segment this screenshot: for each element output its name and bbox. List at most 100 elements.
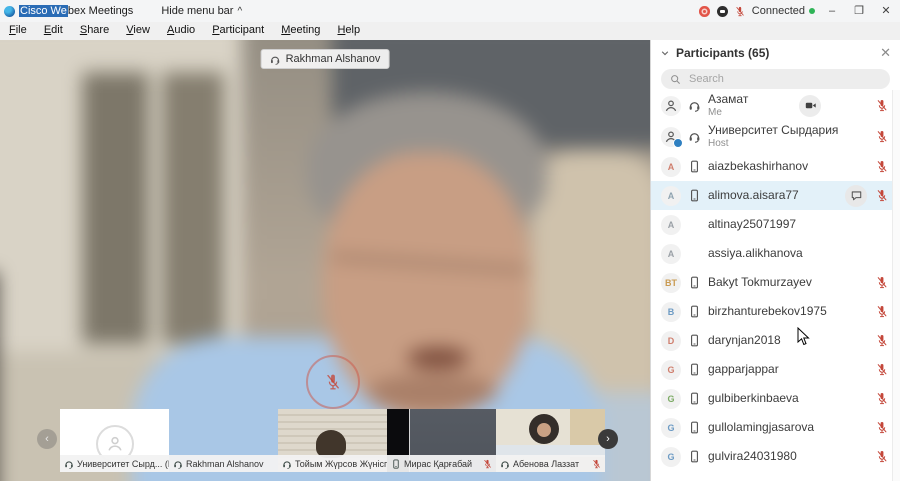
- participant-row[interactable]: A aiazbekashirhanov: [651, 152, 893, 181]
- headset-icon: [173, 459, 183, 469]
- participant-name: gulvira24031980: [708, 450, 869, 464]
- menu-bar: File Edit Share View Audio Participant M…: [0, 22, 900, 41]
- avatar: A: [661, 157, 681, 177]
- mic-muted-icon: [876, 420, 888, 435]
- phone-icon: [688, 363, 701, 376]
- avatar-host: [661, 127, 681, 147]
- participant-role: Host: [708, 138, 869, 150]
- filmstrip-thumb-toiym[interactable]: Тойым Жүрсов Жүніспы: [278, 409, 387, 472]
- participants-header: Participants (65) ✕: [651, 40, 900, 66]
- mic-muted-icon: [876, 362, 888, 377]
- participant-name: altinay25071997: [708, 218, 869, 232]
- phone-icon: [391, 459, 401, 469]
- avatar: [661, 96, 681, 116]
- participant-row[interactable]: G gulvira24031980: [651, 442, 893, 471]
- close-button[interactable]: ✕: [876, 0, 896, 22]
- mic-muted-icon: [876, 333, 888, 348]
- menu-view[interactable]: View: [119, 22, 157, 39]
- participant-role: Me: [708, 107, 792, 119]
- participant-name: gulbiberkinbaeva: [708, 392, 869, 406]
- mic-muted-icon: [735, 5, 745, 18]
- participant-row[interactable]: B birzhanturebekov1975: [651, 297, 893, 326]
- avatar: BT: [661, 273, 681, 293]
- chat-icon: [850, 189, 863, 202]
- participant-row[interactable]: G gullolamingjasarova: [651, 413, 893, 442]
- mic-muted-icon: [592, 458, 601, 470]
- minimize-button[interactable]: –: [822, 0, 842, 22]
- mic-muted-icon: [876, 304, 888, 319]
- phone-icon: [688, 421, 701, 434]
- headset-icon: [282, 459, 292, 469]
- participant-row[interactable]: G gapparjappar: [651, 355, 893, 384]
- chevron-down-icon[interactable]: [660, 48, 670, 58]
- filmstrip-thumb-rakhman[interactable]: Rakhman Alshanov: [169, 409, 278, 472]
- window-title: Cisco Webex Meetings: [19, 5, 133, 17]
- participant-name: gapparjappar: [708, 363, 869, 377]
- menu-edit[interactable]: Edit: [37, 22, 70, 39]
- menu-meeting[interactable]: Meeting: [274, 22, 327, 39]
- participant-row[interactable]: BT Bakyt Tokmurzayev: [651, 268, 893, 297]
- mic-muted-icon: [876, 188, 888, 203]
- camera-button[interactable]: [799, 95, 821, 117]
- avatar: D: [661, 331, 681, 351]
- participant-name: Университет Сырдария: [708, 124, 869, 138]
- person-icon: [664, 99, 678, 113]
- participant-name: gullolamingjasarova: [708, 421, 869, 435]
- menu-file[interactable]: File: [2, 22, 34, 39]
- phone-icon: [688, 160, 701, 173]
- mic-muted-icon: [876, 391, 888, 406]
- search-input[interactable]: [687, 72, 881, 86]
- menu-participant[interactable]: Participant: [205, 22, 271, 39]
- participant-name: alimova.aisara77: [708, 189, 838, 203]
- participant-row-selected[interactable]: A alimova.aisara77: [651, 181, 893, 210]
- headset-icon: [688, 130, 701, 143]
- active-speaker-name-tag: Rakhman Alshanov: [261, 49, 390, 69]
- menu-help[interactable]: Help: [330, 22, 367, 39]
- menu-share[interactable]: Share: [73, 22, 116, 39]
- filmstrip-thumb-miras[interactable]: Мирас Қарғабай: [387, 409, 496, 472]
- muted-mic-overlay-icon: [306, 355, 360, 409]
- connection-status: Connected: [752, 5, 815, 17]
- participant-row[interactable]: A assiya.alikhanova: [651, 239, 893, 268]
- participant-name: birzhanturebekov1975: [708, 305, 869, 319]
- phone-icon: [688, 189, 701, 202]
- thumb-label: Rakhman Alshanov: [186, 459, 264, 469]
- headset-icon: [64, 459, 74, 469]
- participant-row[interactable]: D darynjan2018: [651, 326, 893, 355]
- chat-button[interactable]: [845, 185, 867, 207]
- camera-icon: [804, 99, 817, 112]
- filmstrip-thumb-abenova[interactable]: Абенова Лаззат: [496, 409, 605, 472]
- participant-row-azamat[interactable]: АзаматMe: [651, 90, 893, 121]
- avatar: A: [661, 186, 681, 206]
- participant-search-box[interactable]: [661, 69, 890, 89]
- mic-muted-icon: [876, 275, 888, 290]
- scrollbar[interactable]: [892, 90, 900, 481]
- participant-row[interactable]: A altinay25071997: [651, 210, 893, 239]
- menu-audio[interactable]: Audio: [160, 22, 202, 39]
- avatar: G: [661, 447, 681, 467]
- mic-muted-icon: [876, 449, 888, 464]
- mic-muted-icon: [483, 458, 492, 470]
- headset-icon: [500, 459, 510, 469]
- participant-row[interactable]: G gulbiberkinbaeva: [651, 384, 893, 413]
- filmstrip-thumb-host[interactable]: Университет Сырд... (Host): [60, 409, 169, 472]
- chevron-up-icon: ^: [237, 6, 242, 17]
- avatar: A: [661, 215, 681, 235]
- participant-name: Bakyt Tokmurzayev: [708, 276, 869, 290]
- avatar: G: [661, 360, 681, 380]
- recording-indicator-icon: [699, 6, 710, 17]
- hide-menu-bar-button[interactable]: Hide menu bar ^: [161, 5, 242, 17]
- thumb-label: Абенова Лаззат: [513, 459, 579, 469]
- participants-title: Participants (65): [676, 46, 769, 60]
- panel-close-button[interactable]: ✕: [880, 45, 891, 61]
- filmstrip-next-button[interactable]: ›: [598, 429, 618, 449]
- thumb-label: Мирас Қарғабай: [404, 459, 472, 469]
- participant-name: aiazbekashirhanov: [708, 160, 869, 174]
- title-bar: Cisco Webex Meetings Hide menu bar ^ Con…: [0, 0, 900, 23]
- phone-icon: [688, 392, 701, 405]
- mic-muted-icon: [876, 129, 888, 144]
- maximize-button[interactable]: ❐: [849, 0, 869, 22]
- avatar: A: [661, 244, 681, 264]
- filmstrip-prev-button[interactable]: ‹: [37, 429, 57, 449]
- participant-row-university[interactable]: Университет СырдарияHost: [651, 121, 893, 152]
